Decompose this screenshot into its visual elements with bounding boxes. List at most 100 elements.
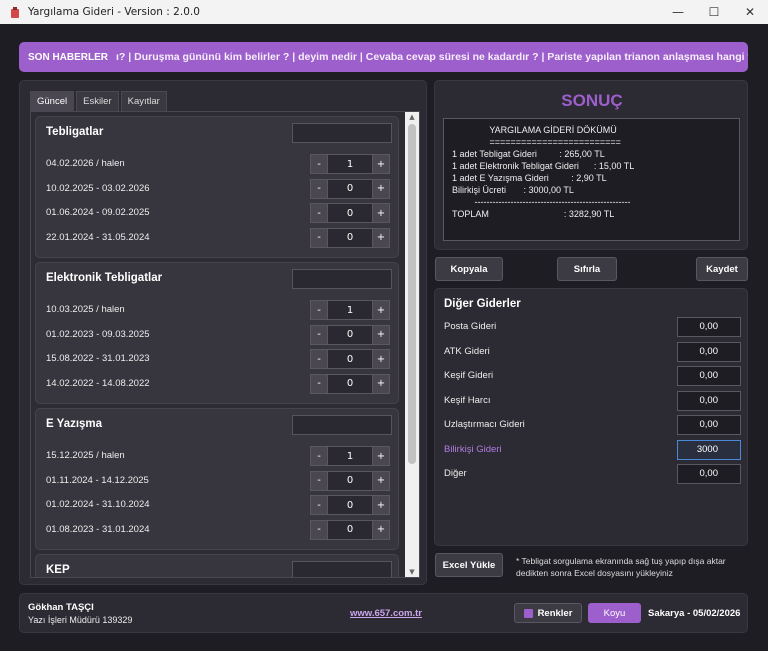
decrement-button[interactable]: - xyxy=(310,300,328,320)
increment-button[interactable]: + xyxy=(372,227,390,248)
decrement-button[interactable]: - xyxy=(310,178,328,199)
date-range-label: 14.02.2022 - 14.08.2022 xyxy=(46,377,150,389)
date-range-row: 10.02.2025 - 03.02.2026 -0 + xyxy=(46,178,392,199)
tab-bar: Güncel Eskiler Kayıtlar xyxy=(30,91,167,111)
other-expense-field[interactable]: 3000 xyxy=(677,439,741,460)
website-link[interactable]: www.657.com.tr xyxy=(350,608,422,619)
reset-button[interactable]: Sıfırla xyxy=(557,257,617,281)
quantity-stepper: -1 + xyxy=(310,300,390,320)
other-expense-label: ATK Gideri xyxy=(444,345,490,357)
other-expense-field[interactable]: 0,00 xyxy=(677,415,741,435)
quantity-value[interactable]: 0 xyxy=(328,227,372,248)
increment-button[interactable]: + xyxy=(372,349,390,369)
other-expense-field[interactable]: 0,00 xyxy=(677,464,741,484)
increment-button[interactable]: + xyxy=(372,519,390,540)
decrement-button[interactable]: - xyxy=(310,227,328,248)
other-expense-field[interactable]: 0,00 xyxy=(677,317,741,337)
other-expense-field[interactable]: 0,00 xyxy=(677,341,741,362)
group-1: Elektronik Tebligatlar 10.03.2025 / halen… xyxy=(35,262,399,404)
group-total-field[interactable] xyxy=(292,561,392,577)
quantity-stepper: -0 + xyxy=(310,203,390,223)
group-total-field[interactable] xyxy=(292,269,392,289)
other-expense-field[interactable]: 0,00 xyxy=(677,390,741,411)
increment-button[interactable]: + xyxy=(372,203,390,223)
author-name: Gökhan TAŞÇI xyxy=(28,602,94,613)
decrement-button[interactable]: - xyxy=(310,154,328,174)
decrement-button[interactable]: - xyxy=(310,349,328,369)
decrement-button[interactable]: - xyxy=(310,203,328,223)
other-expense-row: Posta Gideri 0,00 xyxy=(444,317,741,337)
date-range-label: 15.12.2025 / halen xyxy=(46,450,125,461)
increment-button[interactable]: + xyxy=(372,324,390,345)
other-expense-row: ATK Gideri 0,00 xyxy=(444,341,741,362)
date-range-label: 01.02.2024 - 31.10.2024 xyxy=(46,499,150,510)
date-range-row: 04.02.2026 / halen -1 + xyxy=(46,154,392,174)
increment-button[interactable]: + xyxy=(372,470,390,491)
groups-scroll-area[interactable]: Tebligatlar 04.02.2026 / halen -1 + 10.02.20… xyxy=(30,111,420,578)
quantity-value[interactable]: 0 xyxy=(328,203,372,223)
quantity-value[interactable]: 0 xyxy=(328,519,372,540)
date-range-label: 01.06.2024 - 09.02.2025 xyxy=(46,207,150,218)
close-button[interactable]: ✕ xyxy=(732,0,768,24)
date-range-row: 01.11.2024 - 14.12.2025 -0 + xyxy=(46,470,392,491)
date-range-row: 10.03.2025 / halen -1 + xyxy=(46,300,392,320)
quantity-value[interactable]: 0 xyxy=(328,324,372,345)
quantity-value[interactable]: 1 xyxy=(328,446,372,466)
quantity-value[interactable]: 1 xyxy=(328,154,372,174)
group-title: KEP xyxy=(46,564,70,576)
date-range-label: 22.01.2024 - 31.05.2024 xyxy=(46,231,150,243)
increment-button[interactable]: + xyxy=(372,178,390,199)
other-expense-label: Uzlaştırmacı Gideri xyxy=(444,419,525,430)
quantity-value[interactable]: 0 xyxy=(328,470,372,491)
other-expense-label: Diğer xyxy=(444,468,467,479)
vertical-scrollbar[interactable]: ▲ ▼ xyxy=(405,112,419,577)
increment-button[interactable]: + xyxy=(372,495,390,515)
tab-kayitlar[interactable]: Kayıtlar xyxy=(120,91,167,111)
increment-button[interactable]: + xyxy=(372,300,390,320)
group-title: Tebligatlar xyxy=(46,126,104,138)
scroll-down-icon[interactable]: ▼ xyxy=(405,567,419,577)
decrement-button[interactable]: - xyxy=(310,446,328,466)
quantity-stepper: -0 + xyxy=(310,495,390,515)
decrement-button[interactable]: - xyxy=(310,324,328,345)
quantity-stepper: -0 + xyxy=(310,324,390,345)
date-range-row: 14.02.2022 - 14.08.2022 -0 + xyxy=(46,373,392,394)
minimize-button[interactable]: — xyxy=(660,0,696,24)
quantity-value[interactable]: 0 xyxy=(328,495,372,515)
decrement-button[interactable]: - xyxy=(310,470,328,491)
scroll-up-icon[interactable]: ▲ xyxy=(405,112,419,122)
quantity-stepper: -0 + xyxy=(310,519,390,540)
increment-button[interactable]: + xyxy=(372,446,390,466)
increment-button[interactable]: + xyxy=(372,373,390,394)
group-total-field[interactable] xyxy=(292,415,392,435)
decrement-button[interactable]: - xyxy=(310,519,328,540)
dark-theme-button[interactable]: Koyu xyxy=(588,603,641,623)
save-button[interactable]: Kaydet xyxy=(696,257,748,281)
quantity-value[interactable]: 0 xyxy=(328,373,372,394)
tab-guncel[interactable]: Güncel xyxy=(30,91,75,111)
expense-input-panel: Güncel Eskiler Kayıtlar Tebligatlar 04.02… xyxy=(19,80,427,585)
quantity-value[interactable]: 0 xyxy=(328,349,372,369)
decrement-button[interactable]: - xyxy=(310,373,328,394)
maximize-button[interactable]: ☐ xyxy=(696,0,732,24)
increment-button[interactable]: + xyxy=(372,154,390,174)
other-expense-label: Keşif Gideri xyxy=(444,370,494,381)
news-ticker-text[interactable]: ı? | Duruşma gününü kim belirler ? | dey… xyxy=(116,51,748,63)
other-expense-row: Bilirkişi Gideri 3000 xyxy=(444,439,741,460)
other-expense-field[interactable]: 0,00 xyxy=(677,366,741,386)
tab-eskiler[interactable]: Eskiler xyxy=(76,91,119,111)
group-total-field[interactable] xyxy=(292,123,392,143)
excel-upload-button[interactable]: Excel Yükle xyxy=(435,553,503,577)
other-expense-row: Keşif Harcı 0,00 xyxy=(444,390,741,411)
date-range-label: 10.02.2025 - 03.02.2026 xyxy=(46,182,150,194)
decrement-button[interactable]: - xyxy=(310,495,328,515)
quantity-stepper: -1 + xyxy=(310,446,390,466)
quantity-value[interactable]: 0 xyxy=(328,178,372,199)
date-range-row: 01.06.2024 - 09.02.2025 -0 + xyxy=(46,203,392,223)
date-range-label: 15.08.2022 - 31.01.2023 xyxy=(46,353,150,364)
colors-button[interactable]: Renkler xyxy=(514,603,582,623)
news-label: SON HABERLER xyxy=(28,51,109,63)
copy-button[interactable]: Kopyala xyxy=(435,257,503,281)
scrollbar-thumb[interactable] xyxy=(408,124,416,464)
quantity-value[interactable]: 1 xyxy=(328,300,372,320)
